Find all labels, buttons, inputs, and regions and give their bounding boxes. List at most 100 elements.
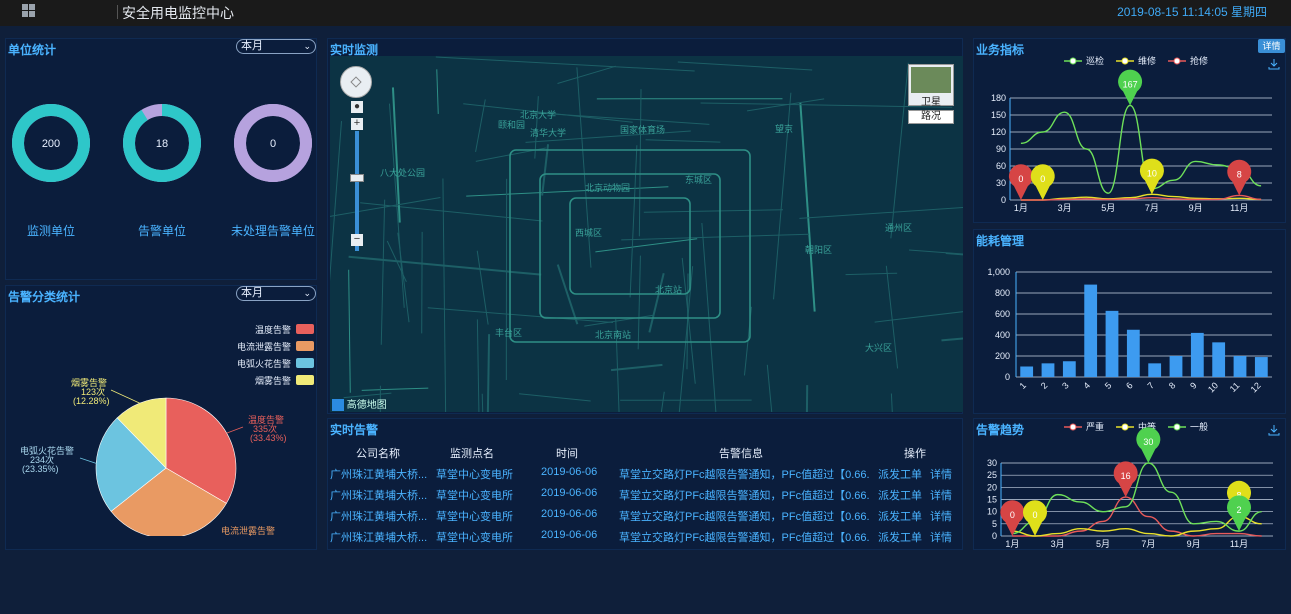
map-road	[648, 272, 665, 333]
pie-label: 电弧火花告警234次(23.35%)	[20, 445, 74, 474]
zoom-in-button[interactable]: +	[351, 118, 363, 130]
legend-marker	[1069, 57, 1077, 65]
map-place-label: 北京南站	[595, 329, 631, 340]
map-road	[481, 393, 484, 412]
x-tick-label: 10	[1206, 380, 1220, 394]
energy-bar[interactable]	[1233, 356, 1247, 377]
satellite-thumbnail-icon	[911, 67, 951, 93]
y-tick-label: 90	[996, 144, 1006, 154]
zoom-reset-button[interactable]: ●	[351, 101, 363, 113]
donut-value: 18	[156, 138, 168, 150]
app-grid-icon[interactable]	[22, 4, 36, 18]
map-road	[519, 393, 591, 402]
detail-link[interactable]: 详情	[930, 508, 952, 524]
value-pin: 10	[1139, 158, 1164, 195]
y-tick-label: 10	[987, 507, 997, 517]
pie-label-line	[79, 457, 97, 464]
energy-bar[interactable]	[1062, 361, 1076, 377]
download-icon[interactable]	[1268, 425, 1280, 436]
map-road	[638, 89, 642, 237]
download-glyph	[1268, 59, 1280, 70]
dispatch-order-link[interactable]: 派发工单	[878, 466, 922, 482]
map-road	[348, 255, 542, 276]
col-info: 告警信息	[719, 448, 763, 460]
energy-bar[interactable]	[1169, 356, 1183, 377]
energy-bar[interactable]	[1084, 284, 1098, 377]
energy-bar[interactable]	[1105, 310, 1119, 377]
business-panel: 业务指标 详情 0 30 60 90 120 150 180 1月 3月 5月 7月 9月 11月 巡检维…	[973, 38, 1286, 223]
series-line-严重	[1012, 496, 1262, 537]
cell-company: 广州珠江黄埔大桥...	[330, 490, 428, 502]
y-tick-label: 5	[992, 519, 997, 529]
map-road	[595, 238, 698, 253]
map-ring-road	[569, 197, 691, 295]
zoom-slider-handle[interactable]	[350, 174, 364, 182]
cell-company: 广州珠江黄埔大桥...	[330, 532, 428, 544]
legend-item[interactable]: 巡检	[1064, 55, 1104, 66]
detail-link[interactable]: 详情	[930, 529, 952, 545]
map-road	[686, 273, 689, 370]
y-tick-label: 30	[996, 178, 1006, 188]
map-place-label: 清华大学	[530, 127, 566, 138]
table-row: 广州珠江黄埔大桥... 草堂中心变电所 2019-06-06 草堂立交路灯PFc越限告…	[330, 463, 960, 484]
x-tick-label: 9月	[1187, 539, 1201, 549]
x-tick-label: 11	[1228, 380, 1242, 394]
download-icon[interactable]	[1268, 59, 1280, 70]
col-company: 公司名称	[356, 448, 400, 460]
x-tick-label: 4	[1081, 380, 1092, 391]
value-pin: 0	[1008, 164, 1033, 200]
city-map[interactable]: 八大处公园 北京动物园 西城区 东城区 朝阳区 丰台区 北京南站 北京站 国家体育场 清华大学 北京…	[330, 56, 963, 412]
satellite-toggle[interactable]: 卫星	[908, 64, 954, 108]
zoom-out-button[interactable]: −	[351, 234, 363, 246]
x-tick-label: 11月	[1230, 203, 1248, 213]
pin-label: 0	[1010, 510, 1015, 520]
energy-bar-chart: 02004006008001,0001 2 3 4 5 6 7 8 9 10 11 12	[987, 267, 1272, 394]
x-tick-label: 1	[1017, 380, 1028, 391]
dispatch-order-link[interactable]: 派发工单	[878, 529, 922, 545]
cell-time: 2019-06-06	[541, 487, 598, 499]
donut-2: 0	[234, 104, 312, 182]
legend-item[interactable]: 抢修	[1168, 55, 1208, 66]
legend-item[interactable]: 一般	[1168, 421, 1208, 432]
dispatch-order-link[interactable]: 派发工单	[878, 487, 922, 503]
map-logo-icon	[332, 399, 344, 412]
page-title: 安全用电监控中心	[122, 5, 234, 21]
legend-item[interactable]: 严重	[1064, 421, 1104, 432]
cell-point: 草堂中心变电所	[436, 532, 513, 544]
map-road	[629, 145, 638, 298]
detail-link[interactable]: 详情	[930, 466, 952, 482]
pie-label: 烟雾告警123次(12.28%)	[71, 377, 110, 406]
energy-bar[interactable]	[1020, 366, 1034, 378]
energy-bar[interactable]	[1190, 332, 1204, 377]
energy-bar[interactable]	[1148, 363, 1162, 377]
traffic-toggle[interactable]: 路况	[908, 110, 954, 124]
unit-stats-period-select[interactable]: 本月 ⌄	[236, 39, 316, 54]
x-tick-label: 9	[1188, 380, 1199, 391]
map-road	[799, 207, 963, 219]
map-place-label: 颐和园	[498, 120, 525, 130]
y-tick-label: 150	[991, 110, 1006, 120]
alarm-pie-chart: 温度告警335次(33.43%) 电流泄露告警310次(30.94%) 电弧火花告警…	[20, 377, 287, 536]
energy-bar[interactable]	[1254, 357, 1268, 377]
map-logo-text: 高德地图	[346, 400, 387, 411]
energy-bar[interactable]	[1041, 363, 1055, 377]
map-road	[637, 255, 641, 350]
pie-label-count: 310次	[231, 534, 255, 536]
dispatch-order-link[interactable]: 派发工单	[878, 508, 922, 524]
energy-bar[interactable]	[1126, 329, 1140, 377]
table-row: 广州珠江黄埔大桥... 草堂中心变电所 2019-06-06 草堂立交路灯PFc越限告…	[330, 505, 960, 526]
datetime-display: 2019-08-15 11:14:05 星期四	[1117, 5, 1267, 19]
detail-link[interactable]: 详情	[930, 487, 952, 503]
map-road	[621, 233, 810, 241]
legend-item[interactable]: 维修	[1116, 55, 1156, 66]
x-tick-label: 2	[1039, 380, 1050, 391]
x-tick-label: 3月	[1051, 539, 1065, 549]
cell-time: 2019-06-06	[541, 508, 598, 520]
map-road	[476, 250, 489, 325]
energy-bar[interactable]	[1212, 342, 1226, 377]
pie-label: 电流泄露告警310次(30.94%)	[221, 525, 275, 536]
donut-0: 200	[12, 104, 90, 182]
legend-label: 抢修	[1190, 55, 1208, 66]
pan-control[interactable]	[340, 66, 372, 98]
map-place-label: 北京站	[655, 284, 682, 295]
